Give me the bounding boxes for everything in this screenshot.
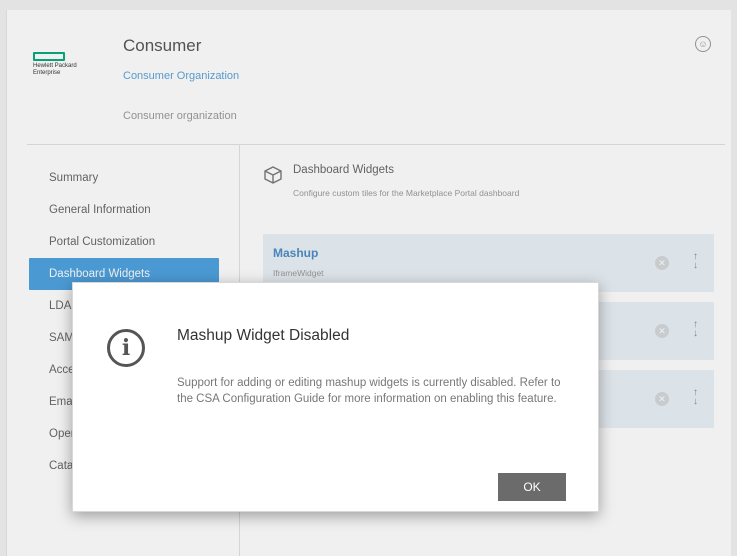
mashup-disabled-dialog: i Mashup Widget Disabled Support for add…	[72, 282, 599, 512]
ok-button[interactable]: OK	[498, 473, 566, 501]
info-icon: i	[107, 329, 145, 367]
dialog-title: Mashup Widget Disabled	[177, 327, 350, 344]
dialog-message: Support for adding or editing mashup wid…	[177, 377, 561, 405]
